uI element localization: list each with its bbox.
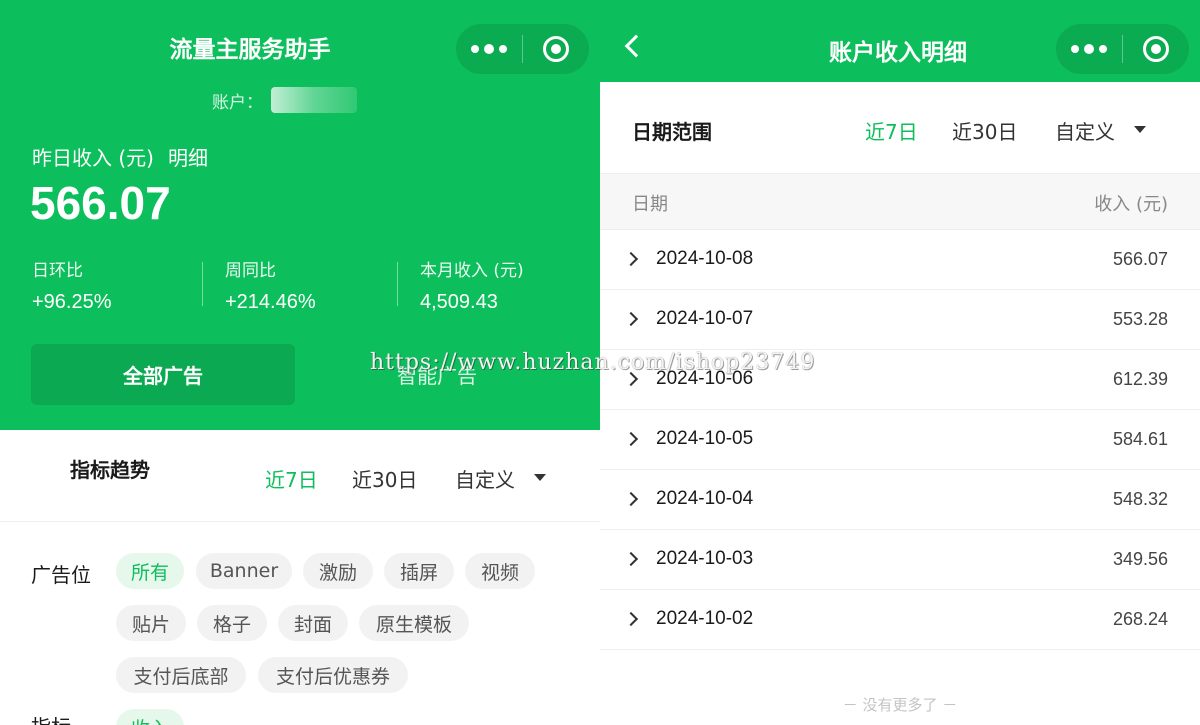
chevron-right-icon bbox=[623, 551, 639, 567]
miniprogram-capsule bbox=[1056, 24, 1189, 74]
stat-divider bbox=[202, 262, 203, 306]
stat-label: 周同比 bbox=[225, 261, 276, 281]
range-7d[interactable]: 近7日 bbox=[265, 464, 318, 493]
row-date: 2024-10-02 bbox=[656, 608, 754, 629]
column-date: 日期 bbox=[632, 194, 668, 215]
account-row: 账户： bbox=[212, 87, 357, 113]
yesterday-income-label: 昨日收入 (元) 明细 bbox=[32, 142, 208, 171]
stat-label: 本月收入 (元) bbox=[420, 261, 524, 281]
stat-value: +214.46% bbox=[225, 291, 316, 313]
stat-day-over-day: 日环比 +96.25% bbox=[32, 256, 112, 314]
row-amount: 349.56 bbox=[1112, 549, 1168, 569]
chip-position-native-template[interactable]: 原生模板 bbox=[359, 605, 469, 641]
row-amount: 612.39 bbox=[1112, 369, 1168, 389]
table-row[interactable]: 2024-10-08 566.07 bbox=[600, 230, 1200, 290]
table-row[interactable]: 2024-10-04 548.32 bbox=[600, 470, 1200, 530]
range-7d[interactable]: 近7日 bbox=[865, 116, 918, 145]
row-date: 2024-10-04 bbox=[656, 488, 754, 509]
row-amount: 566.07 bbox=[1112, 249, 1168, 269]
stat-label: 日环比 bbox=[32, 261, 83, 281]
chip-position-after-pay-coupon[interactable]: 支付后优惠券 bbox=[258, 657, 408, 693]
chevron-down-icon[interactable] bbox=[534, 474, 546, 481]
table-row[interactable]: 2024-10-05 584.61 bbox=[600, 410, 1200, 470]
date-range-label: 日期范围 bbox=[632, 120, 712, 144]
row-amount: 584.61 bbox=[1112, 429, 1168, 449]
yesterday-income-text: 昨日收入 (元) bbox=[32, 146, 154, 170]
chip-position-reward[interactable]: 激励 bbox=[303, 553, 373, 589]
miniprogram-capsule bbox=[456, 24, 589, 74]
ad-position-label: 广告位 bbox=[31, 563, 91, 587]
tab-all-ads[interactable]: 全部广告 bbox=[31, 344, 295, 405]
stat-week-over-week: 周同比 +214.46% bbox=[225, 256, 316, 314]
close-target-icon[interactable] bbox=[1123, 24, 1189, 74]
chip-position-cover[interactable]: 封面 bbox=[278, 605, 348, 641]
chip-position-interstitial[interactable]: 插屏 bbox=[384, 553, 454, 589]
row-amount: 548.32 bbox=[1112, 489, 1168, 509]
more-icon[interactable] bbox=[1056, 24, 1122, 74]
trend-header: 指标趋势 近7日 近30日 自定义 bbox=[0, 430, 600, 522]
chip-position-patch[interactable]: 贴片 bbox=[116, 605, 186, 641]
table-row[interactable]: 2024-10-02 268.24 bbox=[600, 590, 1200, 650]
detail-link[interactable]: 明细 bbox=[168, 146, 208, 170]
row-amount: 553.28 bbox=[1112, 309, 1168, 329]
trend-title: 指标趋势 bbox=[70, 458, 150, 482]
row-amount: 268.24 bbox=[1112, 609, 1168, 629]
row-date: 2024-10-03 bbox=[656, 548, 754, 569]
date-range-bar: 日期范围 近7日 近30日 自定义 bbox=[600, 82, 1200, 174]
row-date: 2024-10-08 bbox=[656, 248, 754, 269]
stat-value: +96.25% bbox=[32, 291, 112, 313]
stat-value: 4,509.43 bbox=[420, 291, 498, 313]
range-30d[interactable]: 近30日 bbox=[952, 116, 1017, 145]
range-custom[interactable]: 自定义 bbox=[455, 464, 515, 493]
chevron-right-icon bbox=[623, 431, 639, 447]
chip-position-all[interactable]: 所有 bbox=[116, 553, 184, 589]
close-target-icon[interactable] bbox=[523, 24, 589, 74]
chevron-right-icon bbox=[623, 611, 639, 627]
account-label: 账户： bbox=[212, 92, 263, 113]
metric-label: 指标 bbox=[31, 711, 71, 725]
table-header: 日期 收入 (元) bbox=[600, 174, 1200, 230]
chevron-right-icon bbox=[623, 311, 639, 327]
chip-position-after-pay-bottom[interactable]: 支付后底部 bbox=[116, 657, 246, 693]
chevron-right-icon bbox=[623, 251, 639, 267]
row-date: 2024-10-05 bbox=[656, 428, 754, 449]
range-30d[interactable]: 近30日 bbox=[352, 464, 417, 493]
chevron-right-icon bbox=[623, 491, 639, 507]
table-row[interactable]: 2024-10-03 349.56 bbox=[600, 530, 1200, 590]
chip-position-video[interactable]: 视频 bbox=[465, 553, 535, 589]
navigation-bar: 账户收入明细 bbox=[600, 0, 1200, 82]
table-row[interactable]: 2024-10-07 553.28 bbox=[600, 290, 1200, 350]
stat-month-income: 本月收入 (元) 4,509.43 bbox=[420, 256, 524, 314]
stat-divider bbox=[397, 262, 398, 306]
column-income: 收入 (元) bbox=[1094, 194, 1168, 215]
end-of-list-hint: － 没有更多了 － bbox=[842, 696, 958, 714]
yesterday-income-value: 566.07 bbox=[30, 177, 171, 229]
more-icon[interactable] bbox=[456, 24, 522, 74]
chip-position-grid[interactable]: 格子 bbox=[197, 605, 267, 641]
row-date: 2024-10-07 bbox=[656, 308, 754, 329]
range-custom[interactable]: 自定义 bbox=[1055, 116, 1115, 145]
account-id-blurred bbox=[271, 87, 357, 113]
chip-position-banner[interactable]: Banner bbox=[196, 553, 292, 589]
chip-metric-income[interactable]: 收入 bbox=[116, 709, 184, 725]
chevron-down-icon[interactable] bbox=[1134, 126, 1146, 133]
watermark-text: https://www.huzhan.com/ishop23749 bbox=[370, 350, 816, 375]
